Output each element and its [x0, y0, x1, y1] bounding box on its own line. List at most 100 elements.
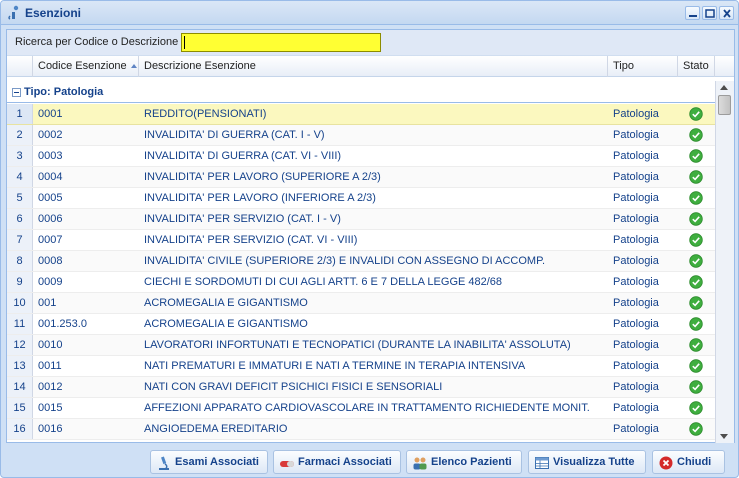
close-icon: [723, 9, 731, 18]
column-header-description[interactable]: Descrizione Esenzione: [139, 56, 608, 77]
vertical-scrollbar[interactable]: [715, 81, 734, 443]
scroll-up-icon[interactable]: [720, 85, 728, 90]
status-ok-icon: [689, 422, 703, 436]
table-row[interactable]: 2 0002 INVALIDITA' DI GUERRA (CAT. I - V) P…: [7, 125, 715, 146]
status-ok-icon: [689, 107, 703, 121]
scroll-thumb[interactable]: [718, 95, 731, 115]
status-ok-icon: [689, 191, 703, 205]
grid-header: Codice Esenzione Descrizione Esenzione T…: [7, 55, 734, 77]
table-row[interactable]: 9 0009 CIECHI E SORDOMUTI DI CUI AGLI ARTT…: [7, 272, 715, 293]
table-row[interactable]: 12 0010 LAVORATORI INFORTUNATI E TECNOPATI…: [7, 335, 715, 356]
exemption-type: Patologia: [613, 381, 659, 393]
table-row[interactable]: 13 0011 NATI PREMATURI E IMMATURI E NATI A…: [7, 356, 715, 377]
table-row[interactable]: 11 001.253.0 ACROMEGALIA E GIGANTISMO Patol…: [7, 314, 715, 335]
visualizza-tutte-label: Visualizza Tutte: [553, 456, 635, 468]
table-row[interactable]: 4 0004 INVALIDITA' PER LAVORO (SUPERIORE A…: [7, 167, 715, 188]
row-number: 13: [7, 356, 33, 376]
row-number: 11: [7, 314, 33, 334]
scroll-down-icon[interactable]: [720, 434, 728, 439]
exemption-icon: [8, 5, 19, 20]
exemption-type: Patologia: [613, 255, 659, 267]
status-ok-icon: [689, 128, 703, 142]
exemption-code: 0012: [38, 381, 63, 393]
exemption-type: Patologia: [613, 276, 659, 288]
table-row[interactable]: 6 0006 INVALIDITA' PER SERVIZIO (CAT. I - …: [7, 209, 715, 230]
exemption-description: INVALIDITA' PER LAVORO (INFERIORE A 2/3): [144, 192, 376, 204]
column-header-type[interactable]: Tipo: [608, 56, 678, 77]
esami-associati-button[interactable]: Esami Associati: [150, 450, 268, 474]
cancel-icon: [659, 456, 673, 470]
esenzioni-window: Esenzioni Ricerca per Codice o Descrizio…: [0, 0, 739, 478]
column-header-code[interactable]: Codice Esenzione: [33, 56, 139, 77]
status-ok-icon: [689, 296, 703, 310]
exemption-description: INVALIDITA' PER LAVORO (SUPERIORE A 2/3): [144, 171, 381, 183]
exemption-type: Patologia: [613, 234, 659, 246]
text-caret: [184, 36, 185, 49]
exemption-description: AFFEZIONI APPARATO CARDIOVASCOLARE IN TR…: [144, 402, 590, 414]
row-number: 10: [7, 293, 33, 313]
exemption-code: 0011: [38, 360, 62, 372]
maximize-icon: [705, 9, 715, 18]
row-number: 8: [7, 251, 33, 271]
table-row[interactable]: 16 0016 ANGIOEDEMA EREDITARIO Patologia: [7, 419, 715, 440]
exemption-code: 0001: [38, 108, 63, 120]
column-header-status[interactable]: Stato: [678, 56, 715, 77]
table-row[interactable]: 15 0015 AFFEZIONI APPARATO CARDIOVASCOLARE…: [7, 398, 715, 419]
search-label: Ricerca per Codice o Descrizione: [15, 36, 179, 48]
row-number: 12: [7, 335, 33, 355]
farmaci-associati-button[interactable]: Farmaci Associati: [273, 450, 401, 474]
chiudi-button[interactable]: Chiudi: [652, 450, 725, 474]
footer-toolbar: Esami Associati Farmaci Associati Elenco…: [1, 447, 738, 477]
row-number: 4: [7, 167, 33, 187]
exemption-type: Patologia: [613, 360, 659, 372]
visualizza-tutte-button[interactable]: Visualizza Tutte: [528, 450, 646, 474]
table-row[interactable]: 3 0003 INVALIDITA' DI GUERRA (CAT. VI - VI…: [7, 146, 715, 167]
exemption-description: INVALIDITA' DI GUERRA (CAT. VI - VIII): [144, 150, 342, 162]
exemption-type: Patologia: [613, 171, 659, 183]
row-number: 5: [7, 188, 33, 208]
title-bar[interactable]: Esenzioni: [1, 1, 738, 25]
elenco-pazienti-label: Elenco Pazienti: [431, 456, 512, 468]
column-header-code-label: Codice Esenzione: [38, 60, 127, 72]
close-window-button[interactable]: [719, 6, 734, 20]
status-ok-icon: [689, 149, 703, 163]
group-header[interactable]: Tipo: Patologia: [7, 81, 715, 103]
exemption-code: 0005: [38, 192, 63, 204]
minimize-button[interactable]: [685, 6, 700, 20]
exemption-type: Patologia: [613, 318, 659, 330]
exemption-code: 0015: [38, 402, 63, 414]
exemption-code: 0008: [38, 255, 63, 267]
row-number: 2: [7, 125, 33, 145]
exemption-code: 0009: [38, 276, 63, 288]
table-row[interactable]: 10 001 ACROMEGALIA E GIGANTISMO Patologia: [7, 293, 715, 314]
farmaci-associati-label: Farmaci Associati: [298, 456, 392, 468]
exemption-description: LAVORATORI INFORTUNATI E TECNOPATICI (DU…: [144, 339, 571, 351]
exemption-type: Patologia: [613, 192, 659, 204]
elenco-pazienti-button[interactable]: Elenco Pazienti: [406, 450, 522, 474]
exemption-description: INVALIDITA' PER SERVIZIO (CAT. VI - VIII…: [144, 234, 358, 246]
maximize-button[interactable]: [702, 6, 717, 20]
table-row[interactable]: 8 0008 INVALIDITA' CIVILE (SUPERIORE 2/3) …: [7, 251, 715, 272]
main-panel: Ricerca per Codice o Descrizione Codice …: [6, 29, 735, 443]
search-input[interactable]: [181, 33, 381, 52]
exemption-code: 0003: [38, 150, 63, 162]
collapse-group-icon[interactable]: [12, 88, 21, 97]
exemption-code: 0010: [38, 339, 63, 351]
exemption-code: 0007: [38, 234, 63, 246]
table-row[interactable]: 14 0012 NATI CON GRAVI DEFICIT PSICHICI FI…: [7, 377, 715, 398]
status-ok-icon: [689, 212, 703, 226]
exemption-code: 0016: [38, 423, 63, 435]
table-row[interactable]: 7 0007 INVALIDITA' PER SERVIZIO (CAT. VI -…: [7, 230, 715, 251]
group-label: Tipo: Patologia: [24, 86, 104, 98]
status-ok-icon: [689, 254, 703, 268]
exemption-code: 0006: [38, 213, 63, 225]
exemption-description: ANGIOEDEMA EREDITARIO: [144, 423, 288, 435]
exemption-description: INVALIDITA' CIVILE (SUPERIORE 2/3) E INV…: [144, 255, 546, 267]
status-ok-icon: [689, 317, 703, 331]
exemption-type: Patologia: [613, 402, 659, 414]
table-row[interactable]: 1 0001 REDDITO(PENSIONATI) Patologia: [7, 104, 715, 125]
row-number: 7: [7, 230, 33, 250]
table-row[interactable]: 5 0005 INVALIDITA' PER LAVORO (INFERIORE A…: [7, 188, 715, 209]
status-ok-icon: [689, 338, 703, 352]
exemption-description: INVALIDITA' PER SERVIZIO (CAT. I - V): [144, 213, 341, 225]
